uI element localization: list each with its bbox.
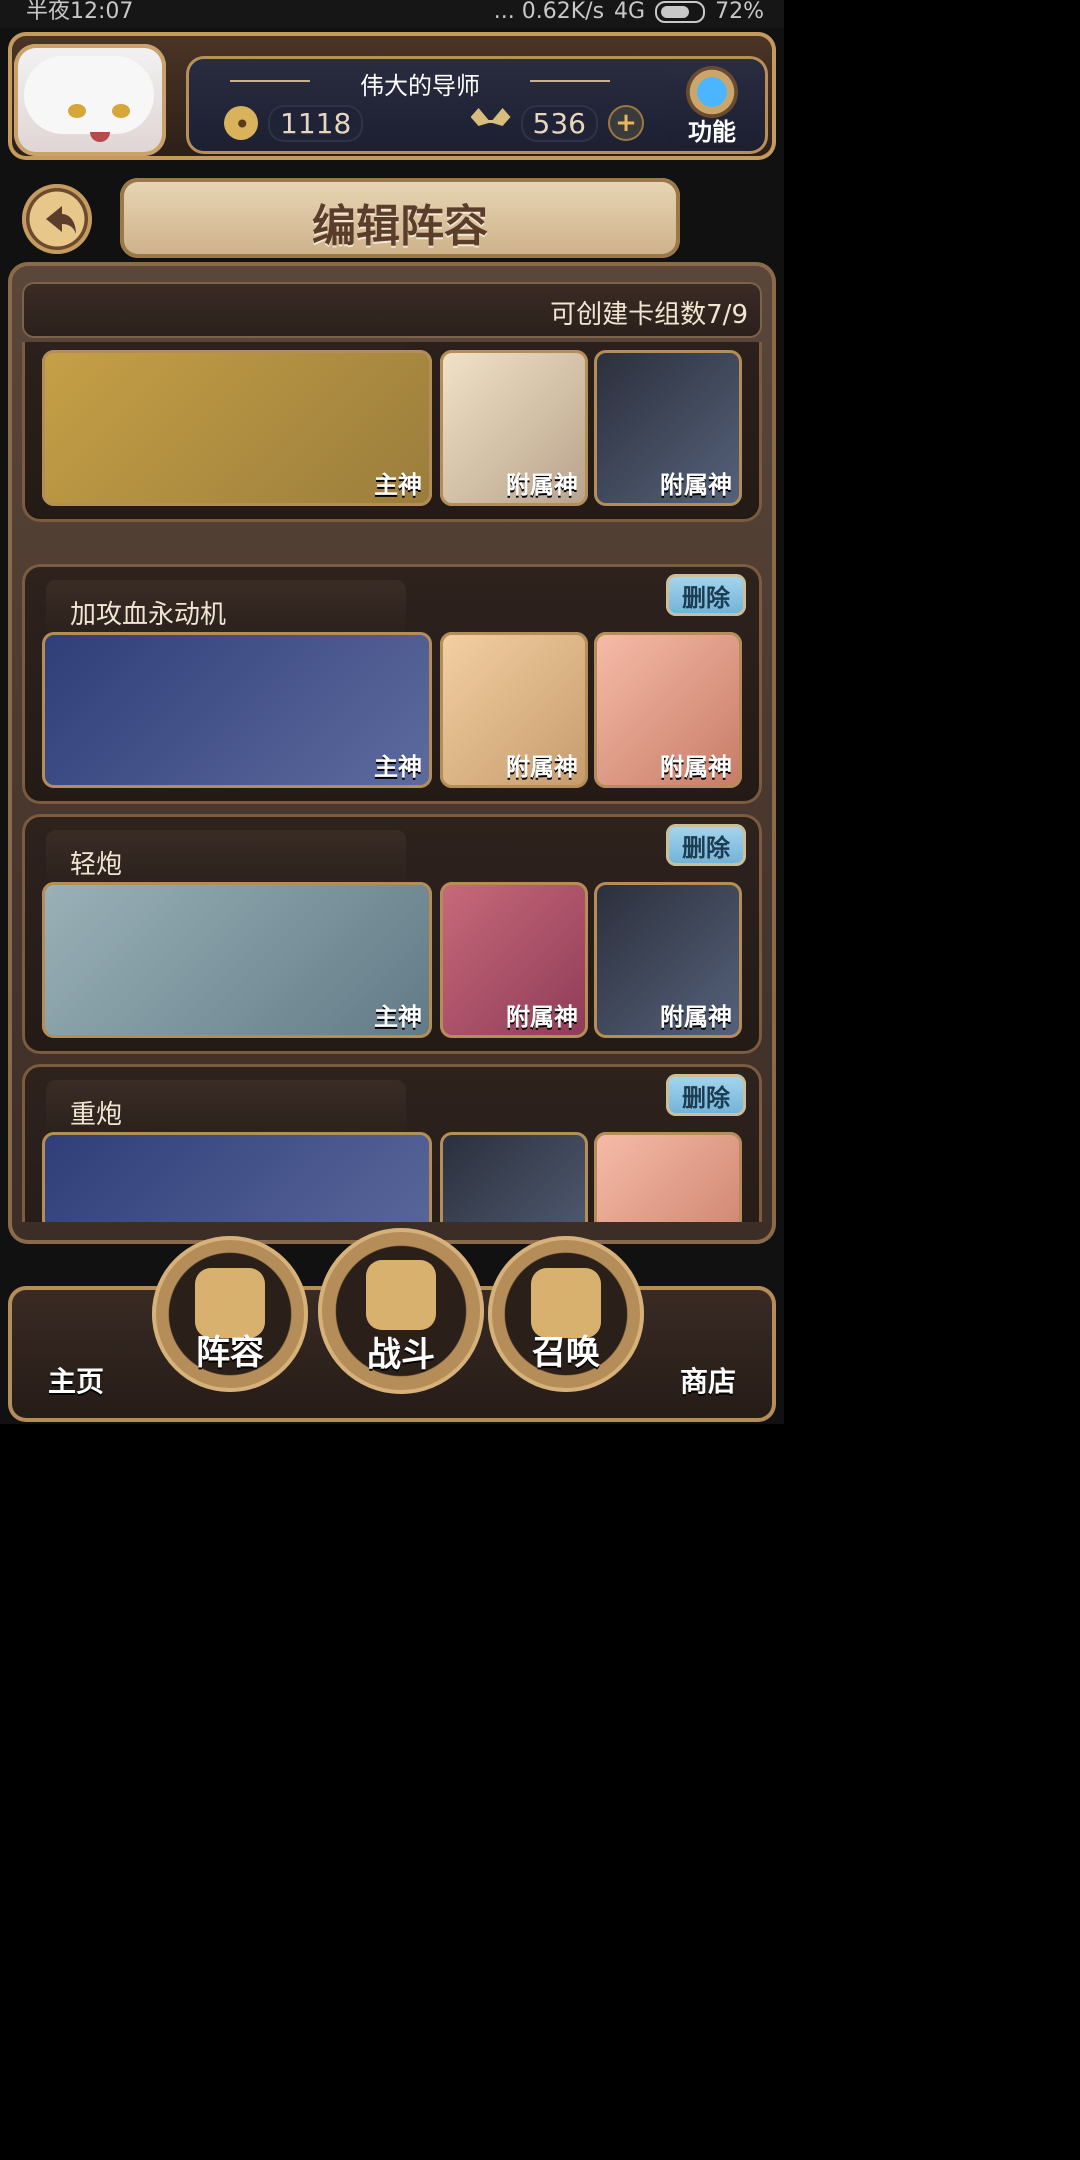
player-title: 伟大的导师 — [230, 66, 610, 101]
avatar-eye-left — [68, 104, 86, 118]
resources-row: 1118 536 + — [224, 102, 644, 144]
avatar-hair — [24, 56, 154, 134]
main-god-card[interactable]: 主神 — [42, 350, 432, 506]
main-god-card[interactable] — [42, 1132, 432, 1222]
currency-2[interactable]: 536 + — [470, 104, 644, 142]
role-label: 附属神 — [660, 471, 732, 499]
nav-summon-label: 召唤 — [532, 1333, 600, 1373]
delete-button[interactable]: 删除 — [666, 574, 746, 616]
deck-cards: 主神 附属神 附属神 — [42, 350, 742, 506]
nav-team-label: 阵容 — [196, 1333, 264, 1373]
nav-team[interactable]: 阵容 — [152, 1236, 308, 1392]
network-speed: ... 0.62K/s — [493, 0, 605, 24]
status-time: 半夜12:07 — [26, 0, 134, 24]
sub-god-card[interactable]: 附属神 — [440, 350, 588, 506]
main-god-card[interactable]: 主神 — [42, 632, 432, 788]
deck-count-text: 可创建卡组数7/9 — [550, 300, 748, 330]
bottom-black-area — [0, 1424, 784, 1568]
deck-name: 重炮 — [70, 1100, 123, 1130]
avatar-mouth — [90, 132, 110, 142]
bottom-nav: 主页 商店 阵容 战斗 召唤 — [8, 1228, 776, 1424]
function-button[interactable]: 功能 — [664, 60, 760, 148]
avatar-eye-right — [112, 104, 130, 118]
role-label: 附属神 — [506, 753, 578, 781]
deck-item[interactable]: 重炮 删除 — [22, 1064, 762, 1222]
sub-god-card[interactable]: 附属神 — [594, 632, 742, 788]
delete-button[interactable]: 删除 — [666, 824, 746, 866]
deck-name-box: 轻炮 — [46, 830, 406, 888]
deck-name: 加攻血永动机 — [70, 600, 227, 630]
sub-god-card[interactable]: 附属神 — [594, 350, 742, 506]
role-label: 主神 — [374, 753, 422, 781]
gear-icon — [686, 66, 738, 118]
sub-god-card[interactable] — [594, 1132, 742, 1222]
screen-title: 编辑阵容 — [312, 201, 488, 252]
nav-shop[interactable]: 商店 — [680, 1360, 736, 1400]
deck-item[interactable]: 加攻血永动机 删除 主神 附属神 附属神 — [22, 564, 762, 804]
sub-god-card[interactable] — [440, 1132, 588, 1222]
add-currency-button[interactable]: + — [608, 105, 644, 141]
currency-1-value: 1118 — [268, 104, 364, 142]
status-bar: 半夜12:07 ... 0.62K/s 4G 72% — [0, 0, 784, 28]
role-label: 附属神 — [506, 471, 578, 499]
role-label: 主神 — [374, 1003, 422, 1031]
back-icon — [46, 206, 76, 234]
nav-home[interactable]: 主页 — [48, 1360, 104, 1400]
deck-cards — [42, 1132, 742, 1222]
game-screen: 半夜12:07 ... 0.62K/s 4G 72% 伟大的导师 1118 53… — [0, 0, 784, 1568]
deck-cards: 主神 附属神 附属神 — [42, 882, 742, 1038]
deck-item[interactable]: 删除 主神 附属神 附属神 — [22, 342, 762, 522]
back-button[interactable] — [22, 184, 92, 254]
battle-icon — [366, 1260, 436, 1330]
battery-icon — [655, 1, 706, 23]
flame-icon — [224, 106, 258, 141]
deck-name-box: 重炮 — [46, 1080, 406, 1138]
delete-button[interactable]: 删除 — [666, 1074, 746, 1116]
butterfly-icon — [470, 108, 511, 126]
deck-item[interactable]: 轻炮 删除 主神 附属神 附属神 — [22, 814, 762, 1054]
deck-cards: 主神 附属神 附属神 — [42, 632, 742, 788]
role-label: 主神 — [374, 471, 422, 499]
role-label: 附属神 — [660, 753, 732, 781]
status-right: ... 0.62K/s 4G 72% — [494, 0, 764, 26]
sub-god-card[interactable]: 附属神 — [440, 882, 588, 1038]
title-banner: 编辑阵容 — [120, 178, 680, 258]
role-label: 附属神 — [660, 1003, 732, 1031]
nav-battle-label: 战斗 — [367, 1335, 435, 1375]
currency-2-value: 536 — [520, 104, 598, 142]
role-label: 附属神 — [506, 1003, 578, 1031]
deck-name: 轻炮 — [70, 850, 123, 880]
deck-count-bar: 可创建卡组数7/9 — [22, 282, 762, 338]
player-avatar[interactable] — [14, 44, 166, 156]
deck-list[interactable]: 删除 主神 附属神 附属神 加攻血永动机 删除 主神 附属神 附属神 轻炮 删除… — [22, 342, 762, 1222]
battery-percent: 72% — [715, 0, 764, 24]
function-label: 功能 — [688, 118, 736, 146]
sub-god-card[interactable]: 附属神 — [594, 882, 742, 1038]
currency-1[interactable]: 1118 — [224, 104, 364, 142]
sub-god-card[interactable]: 附属神 — [440, 632, 588, 788]
main-god-card[interactable]: 主神 — [42, 882, 432, 1038]
nav-summon[interactable]: 召唤 — [488, 1236, 644, 1392]
nav-battle[interactable]: 战斗 — [318, 1228, 484, 1394]
signal-indicator: 4G — [614, 0, 646, 24]
deck-name-box: 加攻血永动机 — [46, 580, 406, 638]
